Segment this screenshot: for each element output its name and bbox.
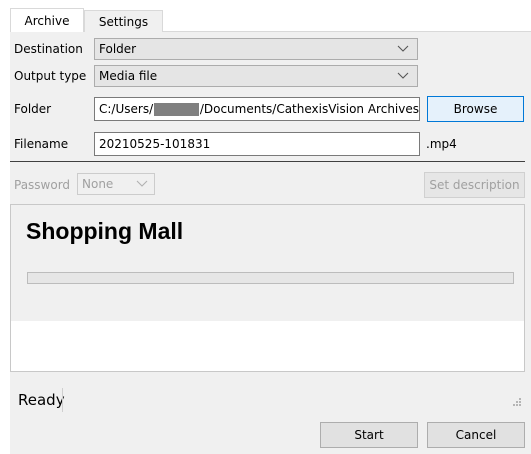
browse-button[interactable]: Browse: [427, 96, 524, 122]
set-description-button[interactable]: Set description: [424, 172, 525, 198]
cancel-button[interactable]: Cancel: [427, 422, 525, 448]
redacted-username: [154, 102, 199, 116]
archive-progress-bar: [27, 272, 514, 284]
section-separator: [10, 161, 525, 162]
filename-extension: .mp4: [426, 137, 457, 151]
folder-label: Folder: [14, 102, 52, 116]
resize-grip-icon[interactable]: [512, 397, 522, 407]
status-divider: [62, 388, 63, 412]
destination-label: Destination: [14, 42, 83, 56]
password-label: Password: [14, 178, 71, 192]
start-button[interactable]: Start: [320, 422, 418, 448]
filename-value: 20210525-101831: [99, 137, 211, 151]
output-type-value: Media file: [99, 69, 158, 83]
folder-path-field[interactable]: C:/Users/ /Documents/CathexisVision Archi…: [94, 97, 420, 121]
tab-settings[interactable]: Settings: [84, 10, 163, 32]
filename-field[interactable]: 20210525-101831: [94, 132, 420, 156]
password-value: None: [82, 177, 114, 191]
tab-strip-line: [163, 31, 531, 32]
tab-archive[interactable]: Archive: [10, 8, 84, 32]
site-name: Shopping Mall: [26, 218, 184, 244]
output-type-label: Output type: [14, 69, 87, 83]
chevron-down-icon: [136, 180, 148, 187]
password-select[interactable]: None: [77, 173, 155, 195]
destination-value: Folder: [99, 42, 137, 56]
folder-path-suffix: /Documents/CathexisVision Archives: [199, 102, 419, 116]
filename-label: Filename: [14, 137, 69, 151]
chevron-down-icon: [397, 72, 409, 79]
chevron-down-icon: [397, 45, 409, 52]
folder-path-prefix: C:/Users/: [99, 102, 154, 116]
destination-select[interactable]: Folder: [94, 38, 418, 60]
status-text: Ready: [18, 391, 65, 409]
output-type-select[interactable]: Media file: [94, 65, 418, 87]
